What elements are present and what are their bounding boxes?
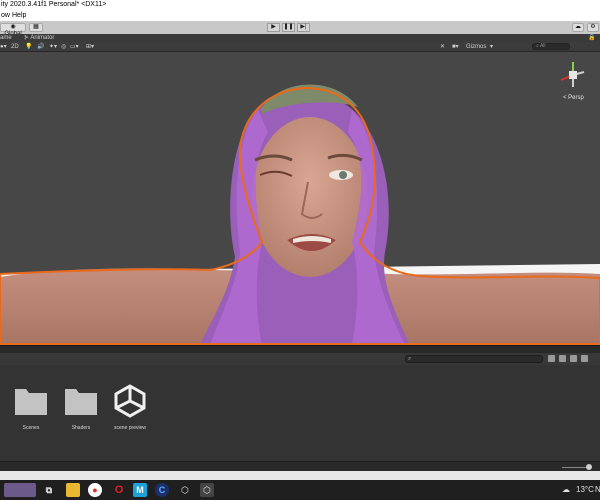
folder-icon [65, 389, 97, 415]
tab-game[interactable]: ame [0, 34, 12, 42]
task-view-icon[interactable]: ⧉ [42, 483, 56, 497]
menu-item-window[interactable]: ow [1, 12, 10, 19]
collab-button[interactable]: ☁ [572, 23, 584, 32]
shading-mode-icon[interactable]: ●▾ [0, 44, 7, 50]
gear-icon: ⚙ [590, 24, 596, 30]
scene-tab-bar: ame ⊱ Animator 🔒 [0, 34, 600, 42]
search-icon: ⌕ [408, 356, 412, 362]
account-button[interactable]: ⚙ [587, 23, 599, 32]
filter-type-icon[interactable] [548, 355, 555, 362]
icon-size-slider-handle[interactable] [586, 464, 592, 470]
animator-icon: ⊱ [24, 35, 30, 41]
move-tool-icon[interactable]: ✕ [440, 44, 445, 50]
menu-bar: ow Help [0, 11, 600, 21]
hidden-objects-icon[interactable]: ◎ [61, 44, 66, 50]
scene-viewport[interactable]: < Persp [0, 52, 600, 345]
os-taskbar: ⧉ ● O M C ⬡ ⬡ ☁ 13°C N [0, 480, 600, 500]
hidden-packages-icon[interactable] [581, 355, 588, 362]
asset-label: Shaders [71, 425, 91, 431]
project-assets-grid: Scenes Shaders scene preview [0, 365, 600, 461]
pause-icon: ❚❚ [283, 24, 294, 30]
chrome-icon[interactable]: ● [88, 483, 102, 497]
grid-snap-button[interactable]: ▦ [29, 23, 43, 32]
tools-icon[interactable]: ⊞▾ [86, 44, 94, 50]
cloud-icon: ☁ [575, 24, 581, 30]
file-explorer-icon[interactable] [66, 483, 80, 497]
unity-hub-icon[interactable]: ⬡ [178, 483, 192, 497]
tray-extra: N [595, 485, 600, 494]
wallpaper-thumbnail-icon[interactable] [4, 483, 36, 497]
project-toolbar: ⌕ [0, 353, 600, 365]
c-app-icon[interactable]: C [155, 483, 169, 497]
main-toolbar: ◉ Global ▦ ▶ ❚❚ ▶| ☁ ⚙ [0, 21, 600, 37]
filter-label-icon[interactable] [559, 355, 566, 362]
scene-orientation-gizmo-icon[interactable] [558, 60, 588, 90]
audio-icon[interactable]: 🔊 [37, 44, 44, 50]
asset-label: scene preview [114, 425, 146, 431]
camera-icon[interactable]: ■▾ [452, 44, 459, 50]
gizmos-chevron-icon[interactable]: ▾ [490, 44, 493, 50]
opera-icon[interactable]: O [112, 483, 126, 497]
step-button[interactable]: ▶| [297, 23, 310, 32]
character-render [0, 84, 600, 345]
effects-icon[interactable]: ✦▾ [49, 44, 57, 50]
right-iris [339, 171, 347, 179]
folder-icon [15, 389, 47, 415]
asset-label: Scenes [22, 425, 40, 431]
window-title: ity 2020.3.41f1 Personal* <DX11> [1, 1, 107, 8]
gizmos-dropdown[interactable]: Gizmos [466, 44, 486, 50]
scene-search-input[interactable]: ⌕ All [532, 43, 570, 50]
scene-camera-icon[interactable]: ▭▾ [70, 44, 79, 50]
search-placeholder: All [539, 43, 546, 49]
global-icon: ◉ [10, 24, 16, 30]
lock-icon[interactable]: 🔒 [588, 34, 595, 42]
grid-icon: ▦ [33, 24, 39, 30]
favorite-icon[interactable] [570, 355, 577, 362]
pivot-global-toggle[interactable]: ◉ Global [0, 23, 26, 37]
scene-view-toolbar: ●▾ 2D 💡 🔊 ✦▾ ◎ ▭▾ ⊞▾ ✕ ■▾ Gizmos ▾ ⌕ All [0, 42, 600, 52]
face [252, 117, 368, 277]
play-icon: ▶ [271, 24, 276, 30]
mail-app-icon[interactable]: M [133, 483, 147, 497]
menu-item-help[interactable]: Help [12, 12, 26, 19]
project-panel-tabs [0, 345, 600, 353]
temperature-readout[interactable]: 13°C [576, 485, 594, 494]
weather-icon[interactable]: ☁ [562, 485, 570, 494]
mode-2d-toggle[interactable]: 2D [11, 44, 19, 50]
lighting-icon[interactable]: 💡 [25, 44, 32, 50]
search-icon: ⌕ [536, 43, 539, 49]
pause-button[interactable]: ❚❚ [282, 23, 295, 32]
project-status-bar [0, 461, 600, 471]
project-search-input[interactable]: ⌕ [405, 355, 543, 363]
perspective-label[interactable]: < Persp [563, 95, 584, 101]
window-title-bar: ity 2020.3.41f1 Personal* <DX11> [0, 0, 600, 11]
window-bottom-edge [0, 471, 600, 480]
unity-editor-icon[interactable]: ⬡ [200, 483, 214, 497]
unity-logo-icon [114, 384, 146, 418]
play-button[interactable]: ▶ [267, 23, 280, 32]
tab-animator[interactable]: ⊱ Animator [24, 34, 54, 42]
tab-animator-label: Animator [30, 35, 55, 41]
step-icon: ▶| [300, 24, 307, 30]
